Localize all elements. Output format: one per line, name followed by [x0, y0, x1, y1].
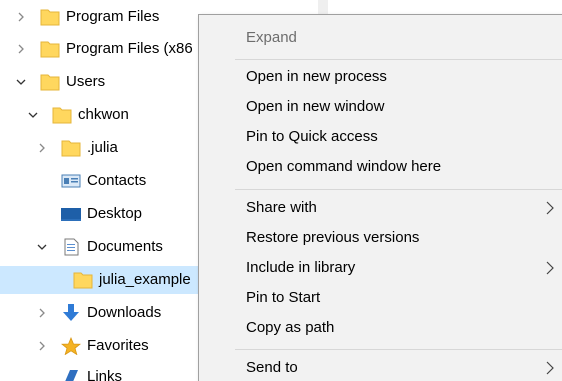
tree-item-julia-example[interactable]: julia_example [0, 266, 200, 294]
folder-icon [40, 73, 60, 91]
menu-item-open-new-window[interactable]: Open in new window [246, 97, 384, 117]
menu-item-expand[interactable]: Expand [246, 28, 297, 48]
tree-item-label: Users [66, 73, 106, 90]
folder-icon [52, 106, 72, 124]
menu-item-include-library[interactable]: Include in library [246, 258, 355, 278]
menu-item-copy-path[interactable]: Copy as path [246, 318, 334, 338]
tree-item-program-files[interactable]: Program Files [0, 3, 200, 31]
tree-item-label: Favorites [87, 337, 149, 354]
tree-item-desktop[interactable]: Desktop [0, 200, 200, 228]
tree-item-label: Links [87, 368, 123, 381]
submenu-arrow-icon [544, 258, 556, 278]
favorites-icon [61, 337, 81, 355]
tree-item-documents[interactable]: Documents [0, 233, 200, 261]
scrollbar-track[interactable] [318, 0, 328, 14]
chevron-right-icon[interactable] [14, 35, 28, 63]
tree-item-label: Downloads [87, 304, 162, 321]
menu-item-restore-versions[interactable]: Restore previous versions [246, 228, 419, 248]
downloads-icon [61, 304, 81, 322]
tree-item-contacts[interactable]: Contacts [0, 167, 200, 195]
menu-separator [235, 189, 562, 190]
menu-item-open-command-window[interactable]: Open command window here [246, 157, 441, 177]
tree-item-label: Program Files [66, 8, 160, 25]
menu-item-pin-start[interactable]: Pin to Start [246, 288, 320, 308]
menu-item-send-to[interactable]: Send to [246, 358, 298, 378]
menu-item-open-new-process[interactable]: Open in new process [246, 67, 387, 87]
tree-item-label: Program Files (x86 [66, 40, 193, 57]
submenu-arrow-icon [544, 198, 556, 218]
tree-item-favorites[interactable]: Favorites [0, 332, 200, 360]
desktop-icon [61, 205, 81, 223]
tree-item-label: Documents [87, 238, 163, 255]
menu-separator [235, 59, 562, 60]
tree-item-label: chkwon [78, 106, 129, 123]
menu-separator [235, 349, 562, 350]
tree-item-julia[interactable]: .julia [0, 134, 200, 162]
chevron-right-icon[interactable] [35, 299, 49, 327]
folder-icon [40, 8, 60, 26]
menu-item-pin-quick-access[interactable]: Pin to Quick access [246, 127, 378, 147]
tree-item-users[interactable]: Users [0, 68, 200, 96]
menu-item-share-with[interactable]: Share with [246, 198, 317, 218]
chevron-down-icon[interactable] [14, 68, 28, 96]
chevron-right-icon[interactable] [35, 134, 49, 162]
tree-item-label: julia_example [99, 271, 191, 288]
chevron-right-icon[interactable] [35, 332, 49, 360]
links-icon [61, 368, 81, 381]
explorer-window: Program Files Program Files (x86 Users c… [0, 0, 562, 381]
documents-icon [61, 238, 81, 256]
chevron-down-icon[interactable] [26, 101, 40, 129]
submenu-arrow-icon [544, 358, 556, 378]
folder-icon [73, 271, 93, 289]
folder-icon [61, 139, 81, 157]
tree-item-label: Desktop [87, 205, 143, 222]
tree-item-chkwon[interactable]: chkwon [0, 101, 200, 129]
tree-item-label: Contacts [87, 172, 147, 189]
tree-item-links[interactable]: Links [0, 363, 200, 381]
chevron-right-icon[interactable] [14, 3, 28, 31]
tree-item-program-files-x86[interactable]: Program Files (x86 [0, 35, 200, 63]
tree-item-downloads[interactable]: Downloads [0, 299, 200, 327]
contacts-icon [61, 172, 81, 190]
context-menu: Expand Open in new process Open in new w… [198, 14, 562, 381]
tree-item-label: .julia [87, 139, 118, 156]
folder-icon [40, 40, 60, 58]
chevron-down-icon[interactable] [35, 233, 49, 261]
navigation-pane: Program Files Program Files (x86 Users c… [0, 0, 200, 381]
